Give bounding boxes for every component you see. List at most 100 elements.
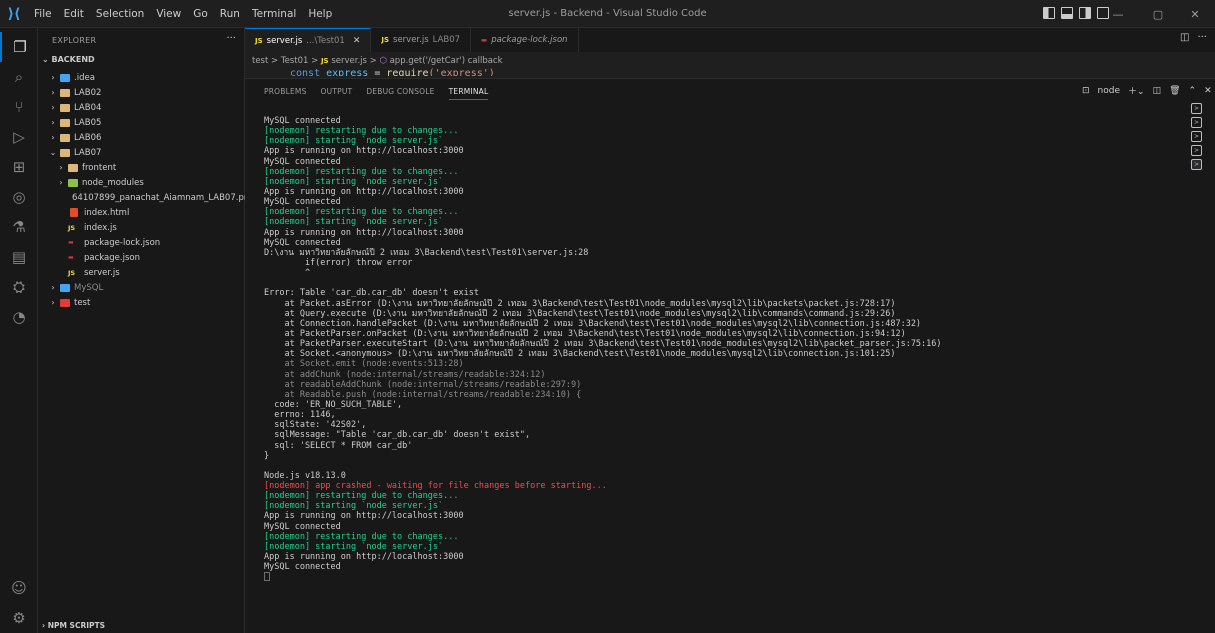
- panel-actions: ⊡ node ＋⌄ ◫ 🗑 ⌃ ✕: [1082, 84, 1212, 98]
- breadcrumb-item[interactable]: test: [252, 56, 268, 66]
- tree-item-label: node_modules: [82, 177, 144, 188]
- kill-terminal-icon[interactable]: 🗑: [1169, 86, 1180, 96]
- toggle-secondary-sidebar-icon[interactable]: [1079, 7, 1091, 19]
- tree-item-index-js[interactable]: JS index.js: [38, 220, 245, 235]
- maximize-button[interactable]: ▢: [1138, 0, 1178, 28]
- tab-server-js-lab07[interactable]: JS server.js LAB07: [371, 28, 472, 52]
- tree-item-label: LAB05: [74, 117, 102, 128]
- terminal-instance-icon[interactable]: >: [1191, 145, 1202, 156]
- js-file-icon: JS: [68, 223, 76, 232]
- split-terminal-icon[interactable]: ◫: [1153, 86, 1162, 96]
- terminal-line: sqlMessage: "Table 'car_db.car_db' doesn…: [264, 430, 531, 441]
- workspace-root[interactable]: ⌄ BACKEND: [42, 55, 95, 64]
- tree-item-package-lock[interactable]: ▬ package-lock.json: [38, 235, 245, 250]
- tree-item-lab02[interactable]: › LAB02: [38, 85, 245, 100]
- new-terminal-icon[interactable]: ＋⌄: [1128, 84, 1145, 97]
- split-editor-icon[interactable]: ◫: [1180, 32, 1189, 43]
- terminal-instance-icon[interactable]: >: [1191, 117, 1202, 128]
- tree-item-lab04[interactable]: › LAB04: [38, 100, 245, 115]
- terminal-line: sql: 'SELECT * FROM car_db': [264, 440, 413, 451]
- tree-item-mysql[interactable]: › MySQL: [38, 280, 245, 295]
- more-actions-icon[interactable]: ···: [226, 33, 236, 44]
- tab-problems[interactable]: PROBLEMS: [264, 87, 307, 100]
- account-icon[interactable]: ☺: [0, 573, 38, 603]
- close-panel-icon[interactable]: ✕: [1204, 86, 1212, 96]
- tree-item-node-modules[interactable]: › node_modules: [38, 175, 245, 190]
- terminal-instance-icon[interactable]: >: [1191, 103, 1202, 114]
- terminal-line: at Query.execute (D:\งาน มหาวิทยาลัยลักษ…: [264, 308, 896, 319]
- breadcrumb-item[interactable]: app.get('/getCar') callback: [390, 56, 503, 66]
- tree-item-label: index.js: [84, 222, 117, 233]
- code-line-peek[interactable]: const express = require('express'): [290, 68, 495, 76]
- folder-icon: [68, 163, 78, 172]
- tree-item-label: package.json: [84, 252, 140, 263]
- run-debug-icon[interactable]: ▷: [0, 122, 38, 152]
- minimize-button[interactable]: —: [1098, 0, 1138, 28]
- chevron-right-icon: ›: [51, 118, 55, 127]
- terminal-line: ^: [264, 268, 311, 279]
- breadcrumb: test > Test01 > JS server.js > ⬡ app.get…: [252, 56, 503, 66]
- extensions-icon[interactable]: ⊞: [0, 152, 38, 182]
- menu-edit[interactable]: Edit: [58, 0, 90, 28]
- tree-item-test[interactable]: › test: [38, 295, 245, 310]
- breadcrumb-item[interactable]: Test01: [281, 56, 309, 66]
- close-tab-icon[interactable]: ✕: [353, 36, 361, 46]
- tree-item-lab05[interactable]: › LAB05: [38, 115, 245, 130]
- tree-item-package-json[interactable]: ▬ package.json: [38, 250, 245, 265]
- terminal-line: at PacketParser.onPacket (D:\งาน มหาวิทย…: [264, 328, 906, 339]
- tab-debug-console[interactable]: DEBUG CONSOLE: [366, 87, 434, 100]
- code-operator: =: [374, 68, 381, 76]
- bottom-panel: PROBLEMS OUTPUT DEBUG CONSOLE TERMINAL ⊡…: [245, 78, 1215, 633]
- terminal-line: [nodemon] restarting due to changes...: [264, 126, 459, 137]
- tab-path: ...\Test01: [306, 35, 345, 46]
- terminal-instance-icon[interactable]: >: [1191, 159, 1202, 170]
- database-icon[interactable]: ▤: [0, 242, 38, 272]
- source-control-icon[interactable]: ⑂: [0, 92, 38, 122]
- terminal-line: App is running on http://localhost:3000: [264, 511, 464, 522]
- menu-run[interactable]: Run: [214, 0, 246, 28]
- tree-item-server-js[interactable]: JS server.js: [38, 265, 245, 280]
- testing-icon[interactable]: ⚗: [0, 212, 38, 242]
- explorer-icon[interactable]: ❐: [0, 32, 38, 62]
- menu-go[interactable]: Go: [187, 0, 214, 28]
- tab-output[interactable]: OUTPUT: [321, 87, 353, 100]
- menu-selection[interactable]: Selection: [90, 0, 150, 28]
- terminal-output[interactable]: MySQL connected [nodemon] restarting due …: [264, 116, 1164, 582]
- chevron-up-icon[interactable]: ⌃: [1189, 86, 1197, 96]
- timeline-icon[interactable]: ◔: [0, 302, 38, 332]
- menu-help[interactable]: Help: [302, 0, 338, 28]
- terminal-line: [nodemon] restarting due to changes...: [264, 531, 459, 542]
- menu-terminal[interactable]: Terminal: [246, 0, 302, 28]
- menu-file[interactable]: File: [28, 0, 58, 28]
- tree-item-label: .idea: [74, 72, 95, 83]
- menu-view[interactable]: View: [150, 0, 187, 28]
- tree-item-label: LAB06: [74, 132, 102, 143]
- tree-item-lab07[interactable]: ⌄ LAB07: [38, 145, 245, 160]
- tab-terminal[interactable]: TERMINAL: [448, 87, 489, 100]
- terminal-instance-icon[interactable]: >: [1191, 131, 1202, 142]
- terminal-name[interactable]: node: [1098, 86, 1120, 96]
- chevron-right-icon: ›: [51, 88, 55, 97]
- tree-item-idea[interactable]: › .idea: [38, 70, 245, 85]
- npm-scripts-section[interactable]: › NPM SCRIPTS: [42, 621, 105, 630]
- docker-icon[interactable]: ⛭: [0, 272, 38, 302]
- tree-item-index-html[interactable]: index.html: [38, 205, 245, 220]
- tab-package-lock[interactable]: ▬ package-lock.json: [471, 28, 579, 52]
- breadcrumb-item[interactable]: server.js: [331, 56, 367, 66]
- close-window-button[interactable]: ✕: [1175, 0, 1215, 28]
- explorer-title: EXPLORER: [52, 36, 97, 45]
- tree-item-png[interactable]: 64107899_panachat_Aiamnam_LAB07.png: [38, 190, 255, 205]
- toggle-sidebar-icon[interactable]: [1043, 7, 1055, 19]
- folder-icon: [60, 118, 70, 127]
- editor-actions: ◫ ···: [1180, 32, 1207, 43]
- settings-gear-icon[interactable]: ⚙: [0, 603, 38, 633]
- toggle-panel-icon[interactable]: [1061, 7, 1073, 19]
- remote-explorer-icon[interactable]: ◎: [0, 182, 38, 212]
- tree-item-lab06[interactable]: › LAB06: [38, 130, 245, 145]
- tab-label: package-lock.json: [491, 35, 568, 45]
- terminal-line: sqlState: '42S02',: [264, 420, 367, 431]
- more-actions-icon[interactable]: ···: [1197, 32, 1207, 43]
- search-icon[interactable]: ⌕: [0, 62, 38, 92]
- tab-server-js-test01[interactable]: JS server.js ...\Test01 ✕: [245, 28, 372, 52]
- tree-item-frontent[interactable]: › frontent: [38, 160, 245, 175]
